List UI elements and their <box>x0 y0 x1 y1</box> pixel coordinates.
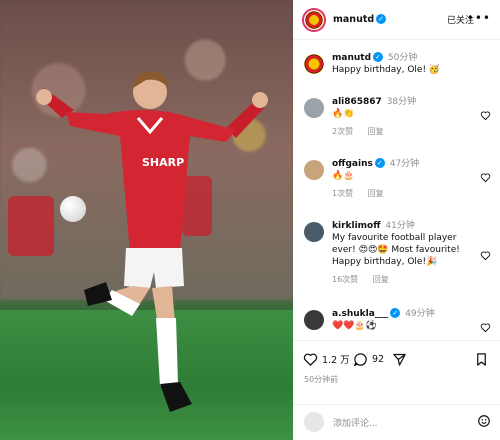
comment-text: 🔥🎂 <box>332 171 355 181</box>
commenter-avatar[interactable] <box>304 310 324 330</box>
post-side-panel: manutd ✓ 已关注 ••• manutd ✓ 50分钟 Happy birth… <box>293 0 500 440</box>
share-button[interactable] <box>392 351 407 367</box>
comment-icon <box>353 352 367 366</box>
reply-button[interactable]: 回复 <box>368 189 384 198</box>
author-username[interactable]: manutd ✓ <box>333 14 387 25</box>
author-avatar[interactable] <box>302 8 326 32</box>
reply-button[interactable]: 回复 <box>373 275 389 284</box>
photo-celebrating-player: SHARP <box>36 71 268 412</box>
verified-icon: ✓ <box>376 14 387 24</box>
comment-time: 49分钟 <box>405 309 435 319</box>
caption-username[interactable]: manutd <box>332 53 371 63</box>
post-actions-bar: 1.2 万 92 50分钟前 <box>293 340 500 404</box>
comment-username[interactable]: ali865867 <box>332 97 382 107</box>
current-user-avatar <box>304 412 324 432</box>
heart-icon <box>303 353 318 366</box>
club-crest-icon <box>304 54 324 74</box>
heart-icon[interactable] <box>480 172 491 183</box>
comment-text: 🔥👏 <box>332 109 355 119</box>
commenter-avatar[interactable] <box>304 98 324 118</box>
verified-icon: ✓ <box>374 158 385 168</box>
bookmark-icon <box>477 352 486 366</box>
comment-likes[interactable]: 1次赞 <box>332 189 353 198</box>
comment-text: My favourite football player ever! 😍😍🤩 M… <box>332 233 460 267</box>
shirt-sponsor-text: SHARP <box>142 156 184 169</box>
more-icon[interactable]: ••• <box>467 11 491 25</box>
comment-username[interactable]: offgains <box>332 159 373 169</box>
comment-likes[interactable]: 16次赞 <box>332 275 358 284</box>
commenter-avatar[interactable] <box>304 222 324 242</box>
verified-icon: ✓ <box>373 52 384 62</box>
save-button[interactable] <box>474 351 489 367</box>
emoji-icon[interactable] <box>477 414 491 428</box>
comment-text: ❤️❤️🎂⚽ <box>332 321 377 331</box>
post-header: manutd ✓ 已关注 ••• <box>293 0 500 40</box>
post-time-ago: 50分钟前 <box>304 375 339 384</box>
caption-time: 50分钟 <box>387 53 418 63</box>
heart-icon[interactable] <box>480 250 491 261</box>
comment-username[interactable]: a.shukla___ <box>332 309 388 319</box>
share-icon <box>393 353 406 366</box>
post-photo[interactable]: SHARP <box>0 0 293 440</box>
like-count: 1.2 万 <box>322 355 350 366</box>
caption-text: Happy birthday, Ole! 🥳 <box>332 65 441 75</box>
heart-icon[interactable] <box>480 110 491 121</box>
author-username-text[interactable]: manutd <box>333 14 374 25</box>
comment-time: 47分钟 <box>389 159 420 169</box>
caption-author-avatar[interactable] <box>304 54 324 74</box>
reply-button[interactable]: 回复 <box>368 127 384 136</box>
verified-icon: ✓ <box>390 308 401 318</box>
comment-count: 92 <box>372 353 385 365</box>
club-crest-icon <box>305 11 323 29</box>
comment-username[interactable]: kirklimoff <box>332 221 381 231</box>
commenter-avatar[interactable] <box>304 160 324 180</box>
comment-time: 41分钟 <box>385 221 415 231</box>
add-comment-input[interactable]: 添加评论... <box>333 416 378 429</box>
heart-icon[interactable] <box>480 322 491 333</box>
comment-button[interactable]: 92 <box>353 351 384 367</box>
comment-time: 38分钟 <box>386 97 417 107</box>
comment-likes[interactable]: 2次赞 <box>332 127 353 136</box>
like-button[interactable]: 1.2 万 <box>303 351 350 367</box>
add-comment-bar: 添加评论... <box>293 404 500 440</box>
